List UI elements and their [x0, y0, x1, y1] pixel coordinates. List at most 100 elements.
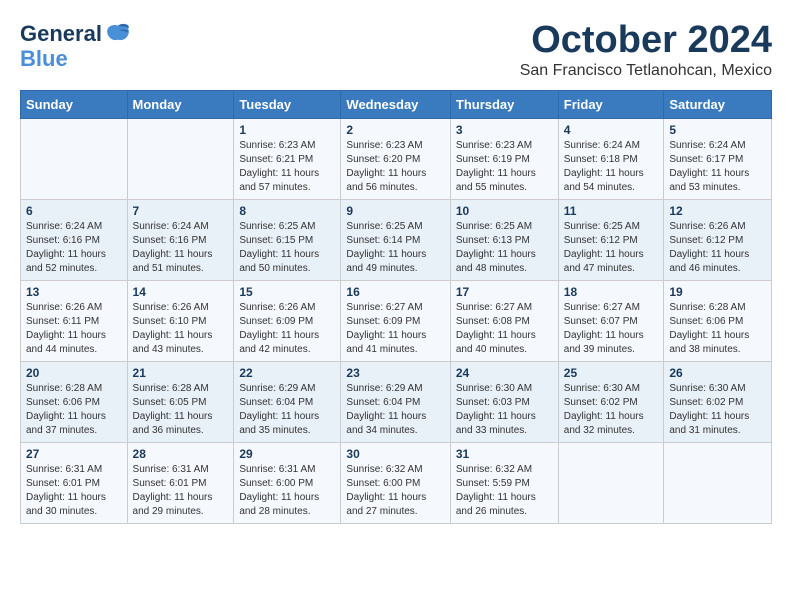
logo-bird-icon — [104, 20, 132, 48]
day-info: Sunrise: 6:25 AMSunset: 6:13 PMDaylight:… — [456, 220, 553, 276]
calendar-week-3: 13 Sunrise: 6:26 AMSunset: 6:11 PMDayligh… — [21, 280, 772, 361]
calendar-cell: 9Sunrise: 6:25 AMSunset: 6:14 PMDaylight… — [341, 199, 450, 280]
header-row: SundayMondayTuesdayWednesdayThursdayFrid… — [21, 90, 772, 118]
calendar-cell — [558, 442, 664, 523]
location-subtitle: San Francisco Tetlanohcan, Mexico — [520, 62, 772, 80]
logo-blue-text: Blue — [20, 48, 68, 70]
day-info: Sunrise: 6:31 AMSunset: 6:01 PMDaylight:… — [133, 463, 229, 519]
day-number: 21 — [133, 366, 229, 380]
day-info: Sunrise: 6:23 AMSunset: 6:20 PMDaylight:… — [346, 139, 444, 195]
calendar-cell: 24 Sunrise: 6:30 AMSunset: 6:03 PMDayligh… — [450, 361, 558, 442]
day-info: Sunrise: 6:32 AMSunset: 6:00 PMDaylight:… — [346, 463, 444, 519]
day-info: Sunrise: 6:26 AMSunset: 6:12 PMDaylight:… — [669, 220, 766, 276]
calendar-cell: 12 Sunrise: 6:26 AMSunset: 6:12 PMDayligh… — [664, 199, 772, 280]
day-number: 19 — [669, 285, 766, 299]
calendar-cell: 11 Sunrise: 6:25 AMSunset: 6:12 PMDayligh… — [558, 199, 664, 280]
day-number: 6 — [26, 204, 122, 218]
day-info: Sunrise: 6:27 AMSunset: 6:07 PMDaylight:… — [564, 301, 659, 357]
day-info: Sunrise: 6:29 AMSunset: 6:04 PMDaylight:… — [239, 382, 335, 438]
day-info: Sunrise: 6:30 AMSunset: 6:03 PMDaylight:… — [456, 382, 553, 438]
day-info: Sunrise: 6:23 AMSunset: 6:19 PMDaylight:… — [456, 139, 553, 195]
calendar-week-2: 6 Sunrise: 6:24 AMSunset: 6:16 PMDaylight… — [21, 199, 772, 280]
calendar-cell: 16 Sunrise: 6:27 AMSunset: 6:09 PMDayligh… — [341, 280, 450, 361]
calendar-cell: 17 Sunrise: 6:27 AMSunset: 6:08 PMDayligh… — [450, 280, 558, 361]
day-info: Sunrise: 6:25 AMSunset: 6:15 PMDaylight:… — [239, 220, 335, 276]
calendar-header: SundayMondayTuesdayWednesdayThursdayFrid… — [21, 90, 772, 118]
day-number: 22 — [239, 366, 335, 380]
calendar-cell: 14Sunrise: 6:26 AMSunset: 6:10 PMDayligh… — [127, 280, 234, 361]
day-number: 4 — [564, 123, 659, 137]
calendar-cell: 27Sunrise: 6:31 AMSunset: 6:01 PMDayligh… — [21, 442, 128, 523]
day-number: 18 — [564, 285, 659, 299]
title-section: October 2024 San Francisco Tetlanohcan, … — [520, 20, 772, 80]
calendar-cell: 18 Sunrise: 6:27 AMSunset: 6:07 PMDayligh… — [558, 280, 664, 361]
day-number: 15 — [239, 285, 335, 299]
logo: General Blue — [20, 20, 132, 70]
calendar-cell: 8 Sunrise: 6:25 AMSunset: 6:15 PMDaylight… — [234, 199, 341, 280]
calendar-cell: 15 Sunrise: 6:26 AMSunset: 6:09 PMDayligh… — [234, 280, 341, 361]
day-number: 10 — [456, 204, 553, 218]
day-number: 31 — [456, 447, 553, 461]
day-info: Sunrise: 6:26 AMSunset: 6:09 PMDaylight:… — [239, 301, 335, 357]
day-info: Sunrise: 6:26 AMSunset: 6:10 PMDaylight:… — [133, 301, 229, 357]
day-info: Sunrise: 6:25 AMSunset: 6:12 PMDaylight:… — [564, 220, 659, 276]
day-number: 13 — [26, 285, 122, 299]
header-cell-thursday: Thursday — [450, 90, 558, 118]
day-info: Sunrise: 6:27 AMSunset: 6:09 PMDaylight:… — [346, 301, 444, 357]
calendar-table: SundayMondayTuesdayWednesdayThursdayFrid… — [20, 90, 772, 524]
day-info: Sunrise: 6:28 AMSunset: 6:05 PMDaylight:… — [133, 382, 229, 438]
day-number: 8 — [239, 204, 335, 218]
day-number: 26 — [669, 366, 766, 380]
day-info: Sunrise: 6:28 AMSunset: 6:06 PMDaylight:… — [669, 301, 766, 357]
calendar-cell: 25 Sunrise: 6:30 AMSunset: 6:02 PMDayligh… — [558, 361, 664, 442]
calendar-week-5: 27 Sunrise: 6:31 AMSunset: 6:01 PMDayligh… — [21, 442, 772, 523]
day-number: 27 — [26, 447, 122, 461]
day-info: Sunrise: 6:23 AMSunset: 6:21 PMDaylight:… — [239, 139, 335, 195]
day-number: 23 — [346, 366, 444, 380]
day-info: Sunrise: 6:24 AMSunset: 6:17 PMDaylight:… — [669, 139, 766, 195]
day-info: Sunrise: 6:30 AMSunset: 6:02 PMDaylight:… — [564, 382, 659, 438]
header-cell-wednesday: Wednesday — [341, 90, 450, 118]
day-number: 30 — [346, 447, 444, 461]
day-info: Sunrise: 6:27 AMSunset: 6:08 PMDaylight:… — [456, 301, 553, 357]
calendar-cell: 5Sunrise: 6:24 AMSunset: 6:17 PMDaylight… — [664, 118, 772, 199]
day-number: 7 — [133, 204, 229, 218]
day-number: 20 — [26, 366, 122, 380]
calendar-cell: 31 Sunrise: 6:32 AMSunset: 5:59 PMDayligh… — [450, 442, 558, 523]
day-number: 17 — [456, 285, 553, 299]
day-info: Sunrise: 6:24 AMSunset: 6:18 PMDaylight:… — [564, 139, 659, 195]
calendar-cell: 1 Sunrise: 6:23 AMSunset: 6:21 PMDaylight… — [234, 118, 341, 199]
day-info: Sunrise: 6:32 AMSunset: 5:59 PMDaylight:… — [456, 463, 553, 519]
header-cell-tuesday: Tuesday — [234, 90, 341, 118]
calendar-cell: 7 Sunrise: 6:24 AMSunset: 6:16 PMDaylight… — [127, 199, 234, 280]
day-number: 3 — [456, 123, 553, 137]
calendar-cell: 20Sunrise: 6:28 AMSunset: 6:06 PMDayligh… — [21, 361, 128, 442]
day-info: Sunrise: 6:29 AMSunset: 6:04 PMDaylight:… — [346, 382, 444, 438]
month-title: October 2024 — [520, 20, 772, 62]
day-number: 1 — [239, 123, 335, 137]
calendar-cell: 10 Sunrise: 6:25 AMSunset: 6:13 PMDayligh… — [450, 199, 558, 280]
page-header: General Blue October 2024 San Francisco … — [20, 20, 772, 80]
day-number: 11 — [564, 204, 659, 218]
day-info: Sunrise: 6:24 AMSunset: 6:16 PMDaylight:… — [26, 220, 122, 276]
header-cell-friday: Friday — [558, 90, 664, 118]
day-info: Sunrise: 6:24 AMSunset: 6:16 PMDaylight:… — [133, 220, 229, 276]
calendar-cell: 19 Sunrise: 6:28 AMSunset: 6:06 PMDayligh… — [664, 280, 772, 361]
day-number: 12 — [669, 204, 766, 218]
header-cell-saturday: Saturday — [664, 90, 772, 118]
calendar-cell: 29Sunrise: 6:31 AMSunset: 6:00 PMDayligh… — [234, 442, 341, 523]
calendar-cell: 28Sunrise: 6:31 AMSunset: 6:01 PMDayligh… — [127, 442, 234, 523]
day-number: 16 — [346, 285, 444, 299]
day-number: 25 — [564, 366, 659, 380]
header-cell-sunday: Sunday — [21, 90, 128, 118]
header-cell-monday: Monday — [127, 90, 234, 118]
calendar-week-1: 1 Sunrise: 6:23 AMSunset: 6:21 PMDaylight… — [21, 118, 772, 199]
day-number: 24 — [456, 366, 553, 380]
day-info: Sunrise: 6:26 AMSunset: 6:11 PMDaylight:… — [26, 301, 122, 357]
calendar-cell: 21 Sunrise: 6:28 AMSunset: 6:05 PMDayligh… — [127, 361, 234, 442]
day-info: Sunrise: 6:30 AMSunset: 6:02 PMDaylight:… — [669, 382, 766, 438]
calendar-cell — [127, 118, 234, 199]
calendar-week-4: 20Sunrise: 6:28 AMSunset: 6:06 PMDayligh… — [21, 361, 772, 442]
day-info: Sunrise: 6:25 AMSunset: 6:14 PMDaylight:… — [346, 220, 444, 276]
calendar-cell: 4 Sunrise: 6:24 AMSunset: 6:18 PMDaylight… — [558, 118, 664, 199]
